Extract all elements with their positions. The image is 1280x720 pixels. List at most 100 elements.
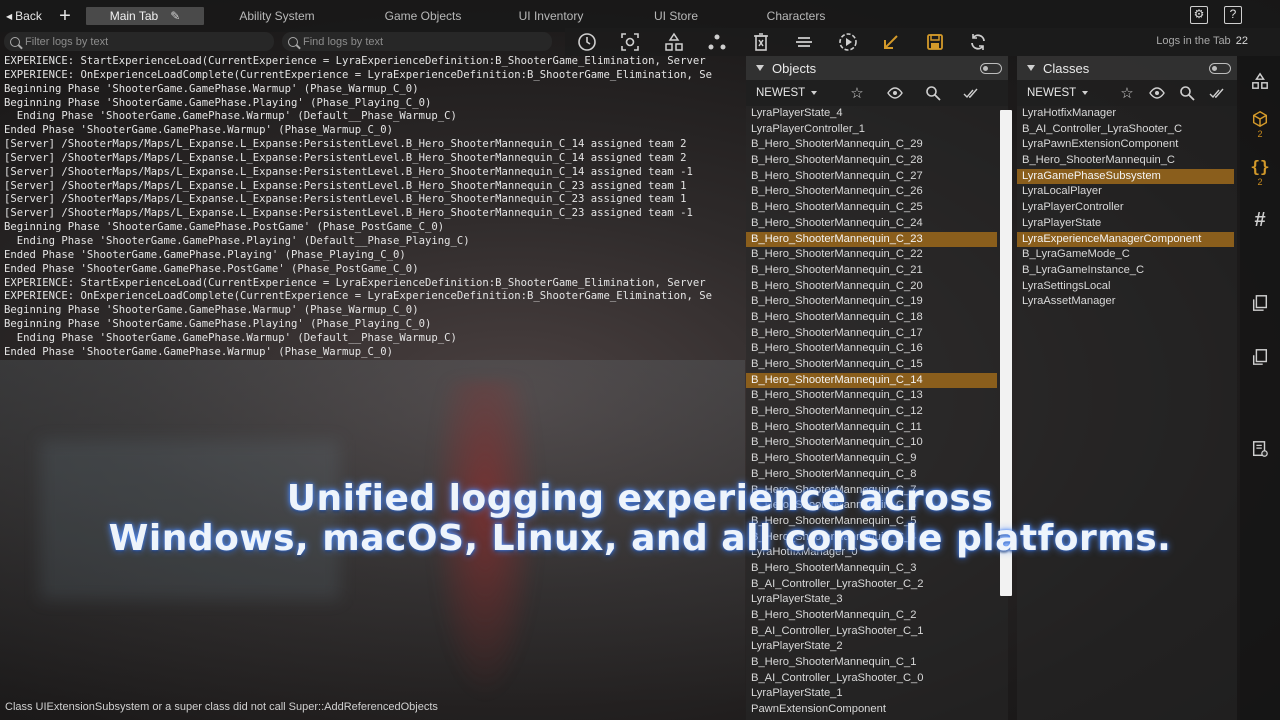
object-list-item[interactable]: LyraPlayerState_1 bbox=[746, 686, 997, 702]
braces-icon[interactable]: {} 2 bbox=[1240, 158, 1280, 188]
log-output[interactable]: EXPERIENCE: StartExperienceLoad(CurrentE… bbox=[4, 55, 742, 365]
object-list-item[interactable]: B_Hero_ShooterMannequin_C_25 bbox=[746, 200, 997, 216]
nodes-icon[interactable] bbox=[696, 28, 740, 56]
focus-icon[interactable] bbox=[609, 28, 653, 56]
tab-ui-inventory[interactable]: UI Inventory bbox=[496, 7, 606, 25]
objects-sort-dropdown[interactable]: NEWEST bbox=[746, 87, 838, 99]
class-list-item[interactable]: LyraLocalPlayer bbox=[1017, 184, 1234, 200]
object-list-item[interactable]: LyraPlayerState_4 bbox=[746, 106, 997, 122]
play-icon[interactable] bbox=[826, 28, 870, 56]
log-line: Ending Phase 'ShooterGame.GamePhase.Warm… bbox=[4, 110, 457, 123]
class-list-item[interactable]: B_LyraGameInstance_C bbox=[1017, 263, 1234, 279]
document-icon[interactable] bbox=[1240, 348, 1280, 366]
object-list-item[interactable]: B_Hero_ShooterMannequin_C_18 bbox=[746, 310, 997, 326]
class-list-item[interactable]: B_Hero_ShooterMannequin_C bbox=[1017, 153, 1234, 169]
object-list-item[interactable]: B_Hero_ShooterMannequin_C_9 bbox=[746, 451, 997, 467]
class-list-item[interactable]: LyraExperienceManagerComponent bbox=[1017, 231, 1234, 248]
search-icon[interactable] bbox=[914, 85, 952, 101]
class-list-item[interactable]: LyraSettingsLocal bbox=[1017, 279, 1234, 295]
collapse-triangle-icon[interactable] bbox=[1027, 65, 1035, 71]
object-list-item[interactable]: B_Hero_ShooterMannequin_C_15 bbox=[746, 357, 997, 373]
object-list-item[interactable]: B_Hero_ShooterMannequin_C_12 bbox=[746, 404, 997, 420]
object-list-item[interactable]: B_AI_Controller_LyraShooter_C_2 bbox=[746, 577, 997, 593]
add-tab-icon[interactable]: + bbox=[52, 6, 78, 26]
lines-icon[interactable] bbox=[783, 28, 827, 56]
refresh-icon[interactable] bbox=[957, 28, 1001, 56]
object-list-item[interactable]: B_Hero_ShooterMannequin_C_10 bbox=[746, 435, 997, 451]
doc-settings-icon[interactable] bbox=[1240, 440, 1280, 458]
object-list-item[interactable]: B_Hero_ShooterMannequin_C_26 bbox=[746, 184, 997, 200]
log-line: [Server] /ShooterMaps/Maps/L_Expanse.L_E… bbox=[4, 207, 693, 220]
object-list-item[interactable]: B_Hero_ShooterMannequin_C_29 bbox=[746, 137, 997, 153]
object-list-item[interactable]: B_Hero_ShooterMannequin_C_2 bbox=[746, 608, 997, 624]
object-list-item[interactable]: B_Hero_ShooterMannequin_C_24 bbox=[746, 216, 997, 232]
star-icon[interactable]: ☆ bbox=[838, 84, 876, 102]
object-list-item[interactable]: LyraPlayerState_2 bbox=[746, 639, 997, 655]
back-button[interactable]: ◀ Back bbox=[0, 9, 52, 23]
tab-ability-system[interactable]: Ability System bbox=[204, 7, 350, 25]
classes-sort-dropdown[interactable]: NEWEST bbox=[1017, 87, 1112, 99]
object-list-item[interactable]: B_Hero_ShooterMannequin_C_3 bbox=[746, 561, 997, 577]
settings-icon[interactable]: ⚙ bbox=[1190, 6, 1208, 24]
object-list-item[interactable]: B_AI_Controller_LyraShooter_C_0 bbox=[746, 671, 997, 687]
class-list-item[interactable]: LyraPawnExtensionComponent bbox=[1017, 137, 1234, 153]
object-list-item[interactable]: B_Hero_ShooterMannequin_C_16 bbox=[746, 341, 997, 357]
object-list-item[interactable]: LyraPlayerController_1 bbox=[746, 122, 997, 138]
help-icon[interactable]: ? bbox=[1224, 6, 1242, 24]
class-list-item[interactable]: LyraPlayerState bbox=[1017, 216, 1234, 232]
object-list-item[interactable]: PawnExtensionComponent bbox=[746, 702, 997, 718]
object-list-item[interactable]: B_Hero_ShooterMannequin_C_14 bbox=[746, 372, 997, 389]
arrow-down-left-icon[interactable] bbox=[870, 28, 914, 56]
object-list-item[interactable]: B_Hero_ShooterMannequin_C_11 bbox=[746, 420, 997, 436]
save-icon[interactable] bbox=[913, 28, 957, 56]
tab-game-objects[interactable]: Game Objects bbox=[350, 7, 496, 25]
object-list-item[interactable]: B_Hero_ShooterMannequin_C_19 bbox=[746, 294, 997, 310]
clock-icon[interactable] bbox=[565, 28, 609, 56]
check-all-icon[interactable] bbox=[1202, 85, 1232, 101]
objects-header[interactable]: Objects bbox=[746, 56, 1008, 80]
filter-logs-input[interactable] bbox=[25, 35, 245, 48]
object-list-item[interactable]: B_Hero_ShooterMannequin_C_1 bbox=[746, 655, 997, 671]
search-icon[interactable] bbox=[1172, 85, 1202, 101]
star-icon[interactable]: ☆ bbox=[1112, 84, 1142, 102]
hierarchy-icon[interactable] bbox=[1240, 72, 1280, 90]
sort-label: NEWEST bbox=[756, 87, 806, 99]
classes-toggle[interactable] bbox=[1209, 63, 1231, 74]
object-list-item[interactable]: B_Hero_ShooterMannequin_C_23 bbox=[746, 231, 997, 248]
copy-icon[interactable] bbox=[1240, 294, 1280, 312]
object-list-item[interactable]: B_Hero_ShooterMannequin_C_27 bbox=[746, 169, 997, 185]
object-list-item[interactable]: B_Hero_ShooterMannequin_C_22 bbox=[746, 247, 997, 263]
object-list-item[interactable]: B_Hero_ShooterMannequin_C_28 bbox=[746, 153, 997, 169]
classes-header[interactable]: Classes bbox=[1017, 56, 1237, 80]
object-list-item[interactable]: B_Hero_ShooterMannequin_C_20 bbox=[746, 279, 997, 295]
objects-toggle[interactable] bbox=[980, 63, 1002, 74]
eye-icon[interactable] bbox=[1142, 85, 1172, 101]
class-list-item[interactable]: B_AI_Controller_LyraShooter_C bbox=[1017, 122, 1234, 138]
log-line: Beginning Phase 'ShooterGame.GamePhase.W… bbox=[4, 82, 419, 95]
class-list-item[interactable]: LyraGamePhaseSubsystem bbox=[1017, 168, 1234, 185]
find-logs-field bbox=[282, 32, 552, 51]
class-list-item[interactable]: LyraPlayerController bbox=[1017, 200, 1234, 216]
tab-ui-store[interactable]: UI Store bbox=[606, 7, 746, 25]
object-list-item[interactable]: B_Hero_ShooterMannequin_C_21 bbox=[746, 263, 997, 279]
object-list-item[interactable]: B_AI_Controller_LyraShooter_C_1 bbox=[746, 624, 997, 640]
cube-icon[interactable]: 2 bbox=[1240, 110, 1280, 139]
class-list-item[interactable]: B_LyraGameMode_C bbox=[1017, 247, 1234, 263]
eye-icon[interactable] bbox=[876, 85, 914, 101]
find-logs-input[interactable] bbox=[303, 35, 523, 48]
objects-list: LyraPlayerState_4 LyraPlayerController_1 B… bbox=[746, 106, 1008, 718]
tab-characters[interactable]: Characters bbox=[746, 7, 846, 25]
hash-icon[interactable]: # bbox=[1240, 210, 1280, 230]
filter-logs-field bbox=[4, 32, 274, 51]
clear-icon[interactable] bbox=[739, 28, 783, 56]
check-all-icon[interactable] bbox=[952, 85, 990, 101]
collapse-triangle-icon[interactable] bbox=[756, 65, 764, 71]
object-list-item[interactable]: B_Hero_ShooterMannequin_C_17 bbox=[746, 326, 997, 342]
object-list-item[interactable]: B_Hero_ShooterMannequin_C_13 bbox=[746, 388, 997, 404]
hierarchy-icon[interactable] bbox=[652, 28, 696, 56]
class-list-item[interactable]: LyraAssetManager bbox=[1017, 294, 1234, 310]
object-list-item[interactable]: LyraPlayerState_3 bbox=[746, 592, 997, 608]
pencil-icon[interactable]: ✎ bbox=[170, 9, 180, 23]
tab-main[interactable]: Main Tab ✎ bbox=[86, 7, 204, 25]
class-list-item[interactable]: LyraHotfixManager bbox=[1017, 106, 1234, 122]
